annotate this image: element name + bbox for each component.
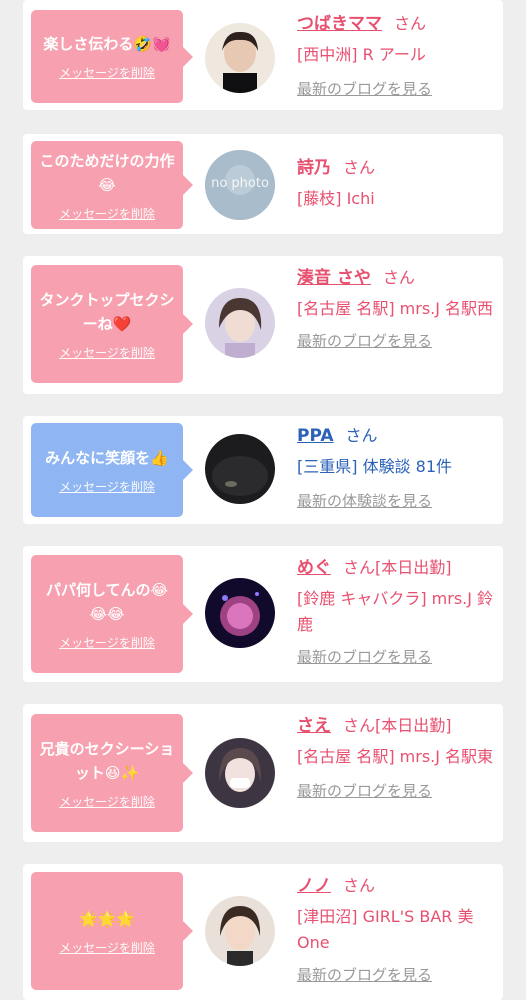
delete-message-link[interactable]: メッセージを削除 (59, 634, 155, 651)
member-info: ノノ さん [津田沼] GIRL'S BAR 美One 最新のブログを見る (297, 872, 497, 985)
message-bubble: パパ何してんの😂😂😂 メッセージを削除 (31, 555, 193, 673)
honorific: さん (394, 14, 427, 33)
shift-status: [本日出勤] (375, 716, 452, 735)
message-bubble: みんなに笑顔を👍 メッセージを削除 (31, 423, 193, 517)
message-bubble: タンクトップセクシーね❤️ メッセージを削除 (31, 265, 193, 383)
honorific: さん (345, 426, 378, 445)
message-card: みんなに笑顔を👍 メッセージを削除 PPA さん [三重県] 体験談 81件 最新… (23, 416, 503, 524)
latest-blog-link[interactable]: 最新のブログを見る (297, 964, 497, 985)
message-card: 楽しさ伝わる🤣💓 メッセージを削除 つばきママ さん [西中洲] R アール 最新… (23, 0, 503, 110)
member-name-link[interactable]: さえ (297, 716, 331, 736)
message-card: パパ何してんの😂😂😂 メッセージを削除 めぐ さん[本日出勤] [鈴鹿 キャバクラ… (23, 546, 503, 682)
member-info: 湊音 さや さん [名古屋 名駅] mrs.J 名駅西 最新のブログを見る (297, 264, 497, 351)
member-name-link[interactable]: つばきママ (297, 14, 382, 34)
shop-info: [津田沼] GIRL'S BAR 美One (297, 907, 474, 952)
shop-info: [藤枝] Ichi (297, 189, 375, 208)
message-card: 兄貴のセクシーショット😆✨ メッセージを削除 さえ さん[本日出勤] [名古屋 名… (23, 704, 503, 842)
member-info: 詩乃 さん [藤枝] Ichi (297, 154, 497, 212)
avatar[interactable] (205, 434, 275, 504)
shop-info: [西中洲] R アール (297, 45, 426, 64)
message-text: 楽しさ伝わる🤣💓 (43, 35, 171, 53)
message-text: 🌟🌟🌟 (78, 909, 136, 928)
delete-message-link[interactable]: メッセージを削除 (59, 939, 155, 956)
shop-info: [三重県] 体験談 81件 (297, 457, 453, 476)
member-info: PPA さん [三重県] 体験談 81件 最新の体験談を見る (297, 422, 497, 511)
shop-info: [鈴鹿 キャバクラ] mrs.J 鈴鹿 (297, 589, 494, 634)
member-info: つばきママ さん [西中洲] R アール 最新のブログを見る (297, 10, 497, 99)
shift-status: [本日出勤] (375, 558, 452, 577)
message-card: 🌟🌟🌟 メッセージを削除 ノノ さん [津田沼] GIRL'S BAR 美One … (23, 864, 503, 1000)
message-text: 兄貴のセクシーショット😆✨ (39, 739, 175, 782)
delete-message-link[interactable]: メッセージを削除 (59, 478, 155, 495)
message-bubble: 兄貴のセクシーショット😆✨ メッセージを削除 (31, 714, 193, 832)
delete-message-link[interactable]: メッセージを削除 (59, 344, 155, 361)
member-name-link[interactable]: めぐ (297, 558, 331, 578)
member-name-link[interactable]: 詩乃 (297, 158, 331, 178)
honorific: さん (343, 558, 376, 577)
member-name-link[interactable]: ノノ (297, 876, 331, 896)
delete-message-link[interactable]: メッセージを削除 (59, 205, 155, 222)
avatar[interactable] (205, 288, 275, 358)
honorific: さん (343, 716, 376, 735)
shop-info: [名古屋 名駅] mrs.J 名駅東 (297, 747, 494, 766)
honorific: さん (343, 158, 376, 177)
message-bubble: 楽しさ伝わる🤣💓 メッセージを削除 (31, 10, 193, 103)
latest-blog-link[interactable]: 最新のブログを見る (297, 330, 497, 351)
avatar[interactable]: no photo (205, 150, 275, 220)
latest-blog-link[interactable]: 最新のブログを見る (297, 780, 497, 801)
avatar[interactable] (205, 738, 275, 808)
honorific: さん (343, 876, 376, 895)
message-text: パパ何してんの😂😂😂 (45, 580, 169, 623)
message-bubble: 🌟🌟🌟 メッセージを削除 (31, 872, 193, 990)
message-card: このためだけの力作😂 メッセージを削除 no photo 詩乃 さん [藤枝] I… (23, 134, 503, 234)
member-name-link[interactable]: 湊音 さや (297, 268, 371, 288)
message-text: みんなに笑顔を👍 (45, 448, 169, 467)
latest-blog-link[interactable]: 最新のブログを見る (297, 78, 497, 99)
member-info: さえ さん[本日出勤] [名古屋 名駅] mrs.J 名駅東 最新のブログを見る (297, 712, 497, 801)
delete-message-link[interactable]: メッセージを削除 (59, 64, 155, 81)
latest-blog-link[interactable]: 最新のブログを見る (297, 646, 497, 667)
avatar[interactable] (205, 896, 275, 966)
member-info: めぐ さん[本日出勤] [鈴鹿 キャバクラ] mrs.J 鈴鹿 最新のブログを見る (297, 554, 497, 667)
avatar[interactable] (205, 23, 275, 93)
no-photo-label: no photo (211, 176, 269, 191)
honorific: さん (382, 268, 415, 287)
message-text: タンクトップセクシーね❤️ (39, 290, 175, 333)
latest-review-link[interactable]: 最新の体験談を見る (297, 490, 497, 511)
message-bubble: このためだけの力作😂 メッセージを削除 (31, 141, 193, 229)
message-card: タンクトップセクシーね❤️ メッセージを削除 湊音 さや さん [名古屋 名駅] … (23, 256, 503, 394)
shop-info: [名古屋 名駅] mrs.J 名駅西 (297, 299, 494, 318)
avatar[interactable] (205, 578, 275, 648)
member-name-link[interactable]: PPA (297, 426, 334, 446)
delete-message-link[interactable]: メッセージを削除 (59, 793, 155, 810)
message-text: このためだけの力作😂 (39, 151, 175, 194)
